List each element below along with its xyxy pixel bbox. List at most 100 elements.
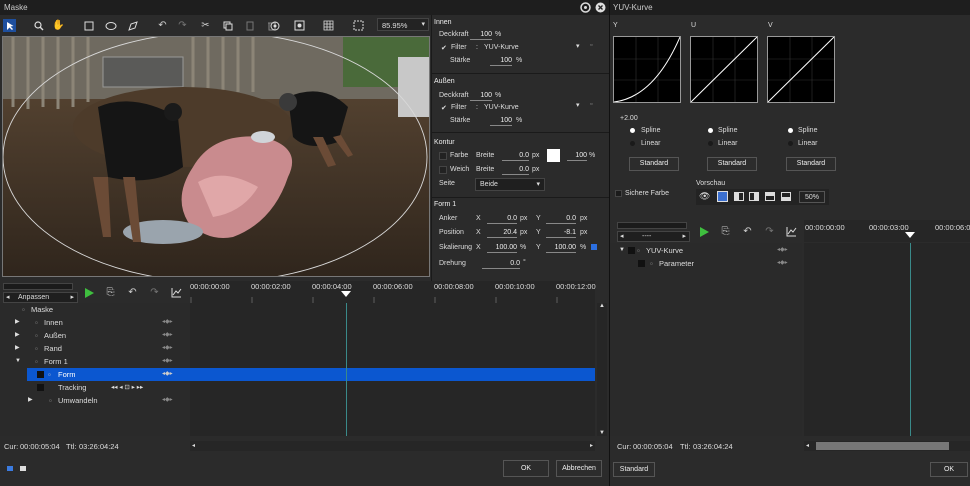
collapse-icon[interactable]: ▼: [15, 355, 21, 368]
anpassen-dropdown[interactable]: ◂ Anpassen ▸: [3, 292, 78, 303]
y-linear-radio[interactable]: [630, 141, 635, 146]
checkbox[interactable]: [37, 384, 44, 391]
tree-item-aussen[interactable]: ▶ ▫ Außen ◂◆▸: [0, 329, 185, 342]
v-curve-graph[interactable]: [767, 36, 835, 103]
aussen-filter-checkbox[interactable]: ✔: [441, 104, 447, 112]
scroll-down-icon[interactable]: ▼: [599, 430, 605, 436]
copy-icon[interactable]: [221, 19, 234, 32]
keyframe-icon[interactable]: ◂◆▸: [162, 394, 173, 407]
video-preview[interactable]: [2, 36, 430, 277]
y-spline-radio[interactable]: [630, 128, 635, 133]
u-spline-radio[interactable]: [708, 128, 713, 133]
u-linear-radio[interactable]: [708, 141, 713, 146]
keyframe-icon[interactable]: ◂◆▸: [162, 316, 173, 329]
v-linear-radio[interactable]: [788, 141, 793, 146]
redo-icon[interactable]: ↷: [176, 19, 189, 32]
standard-button[interactable]: Standard: [613, 462, 655, 477]
position-y-input[interactable]: -8.1: [546, 229, 576, 238]
fit-icon[interactable]: [293, 19, 306, 32]
undo-icon[interactable]: ↶: [156, 19, 169, 32]
y-curve-graph[interactable]: [613, 36, 681, 103]
v-spline-radio[interactable]: [788, 128, 793, 133]
expand-icon[interactable]: ▶: [15, 316, 20, 329]
aussen-filter-settings-icon[interactable]: ▫: [590, 101, 592, 108]
tree-item-umwandeln[interactable]: ▶ ▫ Umwandeln ◂◆▸: [0, 394, 185, 407]
play-icon[interactable]: [82, 286, 95, 299]
preview-split-top-icon[interactable]: [765, 192, 775, 201]
tree-item-parameter[interactable]: ▫ Parameter ◂◆▸: [610, 257, 802, 270]
mask-shape-icon[interactable]: [268, 19, 281, 32]
keyframe-icon[interactable]: ◂◆▸: [162, 355, 173, 368]
timeline-tracks[interactable]: [804, 243, 970, 436]
ellipse-icon[interactable]: [104, 19, 117, 32]
tree-item-maske[interactable]: ▫ Maske: [0, 303, 185, 316]
tree-item-form[interactable]: ▫ Form ◂◆▸: [27, 368, 190, 381]
keyframe-icon[interactable]: ◂◆▸: [162, 368, 173, 381]
tree-item-rand[interactable]: ▶ ▫ Rand ◂◆▸: [0, 342, 185, 355]
hand-icon[interactable]: ✋: [52, 19, 65, 32]
tree-item-form1[interactable]: ▼ ▫ Form 1 ◂◆▸: [0, 355, 185, 368]
ok-button[interactable]: OK: [930, 462, 968, 477]
keyframe-icon[interactable]: ◂◆▸: [162, 342, 173, 355]
monitor-icon[interactable]: [7, 466, 13, 471]
kontur-width-input[interactable]: 0.0: [502, 152, 529, 161]
tree-item-tracking[interactable]: Tracking ◂◂ ◂ ⊡ ▸ ▸▸: [27, 381, 190, 394]
innen-filter-settings-icon[interactable]: ▫: [590, 42, 592, 49]
paste-icon[interactable]: [243, 19, 256, 32]
innen-strength-input[interactable]: 100: [490, 57, 512, 66]
aussen-strength-input[interactable]: 100: [490, 117, 512, 126]
kontur-soft-width-input[interactable]: 0.0: [502, 166, 529, 175]
redo-icon[interactable]: ↷: [148, 286, 161, 299]
checkbox[interactable]: [628, 247, 635, 254]
playhead-icon[interactable]: [341, 291, 351, 297]
scroll-left-icon[interactable]: ◂: [192, 442, 195, 449]
safe-area-icon[interactable]: [352, 19, 365, 32]
cut-icon[interactable]: ✂: [199, 19, 212, 32]
scale-x-input[interactable]: 100.00: [487, 244, 517, 253]
tracking-controls-icon[interactable]: ◂◂ ◂ ⊡ ▸ ▸▸: [111, 381, 143, 394]
rectangle-icon[interactable]: [82, 19, 95, 32]
timeline-slider[interactable]: [617, 222, 687, 229]
innen-filter-value[interactable]: YUV-Kurve: [484, 44, 519, 51]
zoom-dropdown[interactable]: 85.95% ▾: [377, 18, 429, 31]
aussen-opacity-input[interactable]: 100: [470, 92, 492, 101]
export-icon[interactable]: ⎘: [719, 225, 732, 238]
u-curve-graph[interactable]: [690, 36, 758, 103]
preview-zoom[interactable]: 50%: [799, 191, 825, 203]
rotation-input[interactable]: 0.0: [482, 260, 520, 269]
ok-button[interactable]: OK: [503, 460, 549, 477]
expand-icon[interactable]: ▶: [15, 329, 20, 342]
preset-dropdown[interactable]: ◂ ---- ▸: [617, 231, 690, 242]
timeline-ruler[interactable]: 00:00:00:00 00:00:03:00 00:00:06:00: [804, 220, 970, 242]
playhead-icon[interactable]: [905, 232, 915, 238]
preview-split-bottom-icon[interactable]: [781, 192, 791, 201]
keyframe-icon[interactable]: ◂◆▸: [777, 257, 788, 270]
keyframe-icon[interactable]: ◂◆▸: [777, 244, 788, 257]
scrollbar-thumb[interactable]: [816, 442, 949, 450]
tree-item-yuv-kurve[interactable]: ▼ ▫ YUV-Kurve ◂◆▸: [610, 244, 802, 257]
settings-icon[interactable]: [579, 1, 592, 14]
scale-y-input[interactable]: 100.00: [546, 244, 576, 253]
grid-icon[interactable]: [322, 19, 335, 32]
selected-track[interactable]: [190, 368, 595, 381]
zoom-icon[interactable]: [32, 19, 45, 32]
keyframe-icon[interactable]: ◂◆▸: [162, 329, 173, 342]
y-standard-button[interactable]: Standard: [629, 157, 679, 171]
aussen-filter-value[interactable]: YUV-Kurve: [484, 104, 519, 111]
graph-icon[interactable]: [785, 225, 798, 238]
eye-icon[interactable]: 👁: [699, 191, 710, 202]
preview-full-icon[interactable]: [717, 191, 728, 202]
anchor-y-input[interactable]: 0.0: [546, 215, 576, 224]
preview-split-left-icon[interactable]: [734, 192, 744, 201]
play-icon[interactable]: [697, 225, 710, 238]
undo-icon[interactable]: ↶: [126, 286, 139, 299]
monitor-icon[interactable]: [20, 466, 26, 471]
kontur-color-opacity-input[interactable]: 100: [567, 152, 587, 161]
graph-icon[interactable]: [170, 286, 183, 299]
innen-filter-checkbox[interactable]: ✔: [441, 44, 447, 52]
u-standard-button[interactable]: Standard: [707, 157, 757, 171]
expand-icon[interactable]: ▶: [15, 342, 20, 355]
undo-icon[interactable]: ↶: [741, 225, 754, 238]
collapse-icon[interactable]: ▼: [619, 244, 625, 257]
kontur-side-dropdown[interactable]: Beide ▾: [475, 178, 545, 191]
